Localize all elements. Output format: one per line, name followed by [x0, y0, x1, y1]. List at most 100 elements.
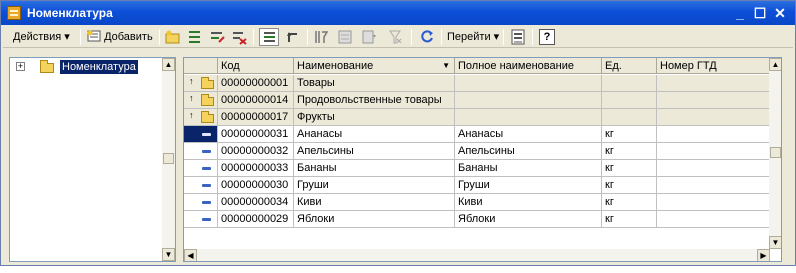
- cell-gtd: [657, 160, 770, 177]
- toolbar-separator: [253, 29, 254, 45]
- copy-icon[interactable]: [187, 29, 203, 45]
- cell-name: Товары: [294, 75, 455, 92]
- table-row-group[interactable]: ↑ 00000000001 Товары: [184, 75, 770, 92]
- cell-unit: кг: [602, 211, 657, 228]
- actions-menu-button[interactable]: Действия ▾: [13, 28, 70, 46]
- item-icon: [202, 167, 211, 170]
- actions-label: Действия: [13, 31, 62, 43]
- expand-icon[interactable]: +: [16, 62, 25, 71]
- table-row[interactable]: 00000000029 Яблоки Яблоки кг: [184, 211, 770, 228]
- cell-full-name: Груши: [455, 177, 602, 194]
- window-title: Номенклатура: [27, 6, 113, 20]
- edit-icon[interactable]: [209, 29, 225, 45]
- folder-icon: [201, 94, 214, 106]
- scroll-right-button[interactable]: ▶: [757, 249, 770, 261]
- refresh-icon[interactable]: [419, 29, 435, 45]
- sort-icon[interactable]: [313, 29, 329, 45]
- list-settings-icon[interactable]: [510, 29, 526, 45]
- table-row[interactable]: 00000000034 Киви Киви кг: [184, 194, 770, 211]
- cell-code: 00000000014: [218, 92, 294, 109]
- close-icon[interactable]: ✕: [771, 5, 789, 21]
- scroll-down-button[interactable]: ▼: [162, 248, 175, 261]
- tree-vertical-scrollbar[interactable]: ▲ ▼: [162, 58, 175, 261]
- add-button[interactable]: Добавить: [87, 28, 153, 46]
- catalog-window: Номенклатура _ ☐ ✕ Действия ▾ Добавить П…: [0, 0, 796, 266]
- row-marker: [184, 126, 218, 143]
- toolbar-separator: [503, 29, 504, 45]
- goto-menu-button[interactable]: Перейти ▾: [447, 28, 499, 46]
- scroll-thumb[interactable]: [770, 147, 781, 158]
- row-marker: [184, 211, 218, 228]
- delete-mark-icon[interactable]: [231, 29, 247, 45]
- cell-full-name: [455, 109, 602, 126]
- row-marker: [184, 160, 218, 177]
- row-marker: [184, 143, 218, 160]
- add-label: Добавить: [104, 31, 153, 43]
- tree-node-label: Номенклатура: [60, 60, 138, 74]
- help-button[interactable]: ?: [539, 29, 555, 45]
- minimize-icon[interactable]: _: [731, 5, 749, 21]
- title-bar[interactable]: Номенклатура _ ☐ ✕: [1, 1, 795, 25]
- cell-name: Продовольственные товары: [294, 92, 455, 109]
- cell-unit: кг: [602, 160, 657, 177]
- column-header-name[interactable]: Наименование ▼: [294, 58, 455, 74]
- cell-full-name: Бананы: [455, 160, 602, 177]
- scroll-up-button[interactable]: ▲: [769, 58, 781, 71]
- table-row-group[interactable]: ↑ 00000000014 Продовольственные товары: [184, 92, 770, 109]
- cell-unit: [602, 92, 657, 109]
- cell-unit: кг: [602, 177, 657, 194]
- toolbar-separator: [307, 29, 308, 45]
- cell-gtd: [657, 177, 770, 194]
- cell-gtd: [657, 194, 770, 211]
- table-row[interactable]: 00000000033 Бананы Бананы кг: [184, 160, 770, 177]
- cell-unit: кг: [602, 194, 657, 211]
- cell-code: 00000000032: [218, 143, 294, 160]
- level-up-icon[interactable]: [285, 29, 301, 45]
- column-header-gtd[interactable]: Номер ГТД: [657, 58, 770, 74]
- item-icon: [202, 184, 211, 187]
- hierarchy-toggle-button[interactable]: [259, 28, 279, 46]
- sort-desc-icon: ▼: [442, 61, 450, 70]
- scroll-up-button[interactable]: ▲: [162, 58, 175, 71]
- column-header-marker[interactable]: [184, 58, 218, 74]
- row-marker: ↑: [184, 109, 218, 126]
- column-header-code[interactable]: Код: [218, 58, 294, 74]
- clear-filter-icon[interactable]: [387, 29, 403, 45]
- cell-full-name: Киви: [455, 194, 602, 211]
- items-table: Код Наименование ▼ Полное наименование Е…: [183, 57, 782, 262]
- item-icon: [202, 133, 211, 136]
- cell-gtd: [657, 75, 770, 92]
- scroll-down-button[interactable]: ▼: [769, 236, 781, 249]
- cell-name: Киви: [294, 194, 455, 211]
- table-horizontal-scrollbar[interactable]: ◀ ▶: [184, 249, 770, 261]
- tree-panel: + Номенклатура ▲ ▼: [9, 57, 176, 262]
- scroll-left-button[interactable]: ◀: [184, 249, 197, 261]
- toolbar-separator: [159, 29, 160, 45]
- hierarchy-icon: [264, 32, 275, 42]
- column-header-unit[interactable]: Ед.: [602, 58, 657, 74]
- add-folder-icon[interactable]: [165, 29, 181, 45]
- row-marker: [184, 194, 218, 211]
- cell-gtd: [657, 211, 770, 228]
- group-up-icon: ↑: [189, 93, 194, 103]
- row-marker: ↑: [184, 92, 218, 109]
- group-up-icon: ↑: [189, 110, 194, 120]
- toolbar-separator: [80, 29, 81, 45]
- cell-code: 00000000001: [218, 75, 294, 92]
- table-row[interactable]: 00000000032 Апельсины Апельсины кг: [184, 143, 770, 160]
- cell-code: 00000000031: [218, 126, 294, 143]
- table-vertical-scrollbar[interactable]: ▲ ▼: [769, 58, 781, 249]
- scroll-thumb[interactable]: [163, 153, 174, 164]
- column-header-full-name[interactable]: Полное наименование: [455, 58, 602, 74]
- cell-name: Яблоки: [294, 211, 455, 228]
- table-row[interactable]: 00000000030 Груши Груши кг: [184, 177, 770, 194]
- goto-label: Перейти: [447, 31, 491, 43]
- catalog-icon: [7, 6, 21, 20]
- table-row-group[interactable]: ↑ 00000000017 Фрукты: [184, 109, 770, 126]
- table-row[interactable]: 00000000031 Ананасы Ананасы кг: [184, 126, 770, 143]
- cell-name: Груши: [294, 177, 455, 194]
- toolbar-separator: [411, 29, 412, 45]
- filter-value-icon[interactable]: [361, 29, 377, 45]
- filter-icon[interactable]: [337, 29, 353, 45]
- maximize-icon[interactable]: ☐: [751, 5, 769, 21]
